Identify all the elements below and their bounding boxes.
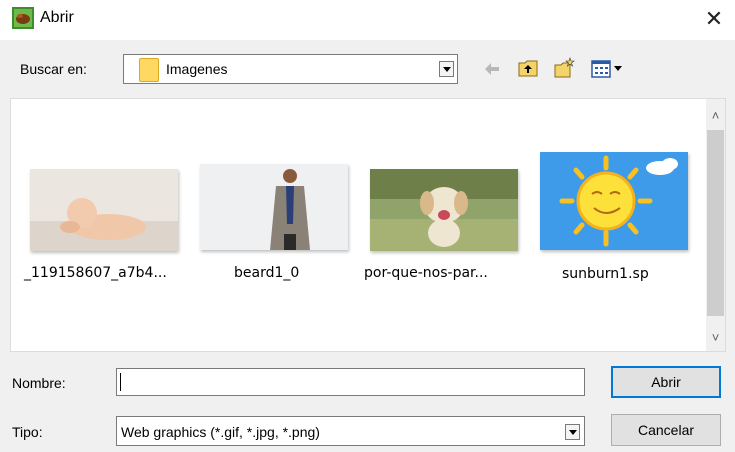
cancel-button[interactable]: Cancelar: [611, 414, 721, 446]
scroll-up-button[interactable]: ˄: [706, 106, 725, 126]
file-item[interactable]: _119158607_a7b4...: [24, 165, 186, 295]
window-title: Abrir: [40, 9, 74, 26]
text-caret: [120, 373, 121, 391]
view-menu-icon[interactable]: [591, 58, 631, 80]
lookin-dropdown-button[interactable]: [439, 61, 454, 77]
close-icon: ✕: [704, 6, 724, 31]
open-button[interactable]: Abrir: [611, 366, 721, 398]
file-item[interactable]: sunburn1.sp: [536, 148, 696, 295]
back-arrow-icon[interactable]: [481, 58, 503, 80]
filetype-label: Tipo:: [12, 424, 43, 440]
file-thumbnail: [200, 164, 348, 250]
file-item[interactable]: beard1_0: [196, 160, 356, 295]
filename-input[interactable]: [116, 368, 585, 396]
file-name: _119158607_a7b4...: [24, 265, 167, 281]
filetype-value: Web graphics (*.gif, *.jpg, *.png): [121, 424, 320, 440]
title-bar: [0, 0, 735, 40]
filetype-dropdown-button[interactable]: [565, 424, 580, 440]
scrollbar-thumb[interactable]: [707, 130, 724, 316]
file-name: beard1_0: [234, 265, 300, 281]
scroll-down-button[interactable]: ˅: [706, 328, 725, 348]
file-thumbnail: [30, 169, 178, 251]
app-icon: [12, 7, 34, 29]
file-thumbnail: [370, 169, 518, 251]
filename-label: Nombre:: [12, 375, 66, 391]
folder-icon: [139, 58, 159, 82]
close-button[interactable]: ✕: [698, 4, 730, 34]
file-name: por-que-nos-par...: [364, 265, 488, 281]
chevron-down-icon: ˅: [711, 330, 720, 345]
lookin-label: Buscar en:: [20, 61, 87, 77]
lookin-value: Imagenes: [166, 61, 228, 77]
chevron-up-icon: ˄: [711, 108, 720, 123]
new-folder-icon[interactable]: [553, 57, 575, 79]
file-item[interactable]: por-que-nos-par...: [364, 165, 526, 295]
file-thumbnail: [540, 152, 688, 250]
up-folder-icon[interactable]: [517, 57, 539, 79]
file-name: sunburn1.sp: [562, 266, 649, 282]
